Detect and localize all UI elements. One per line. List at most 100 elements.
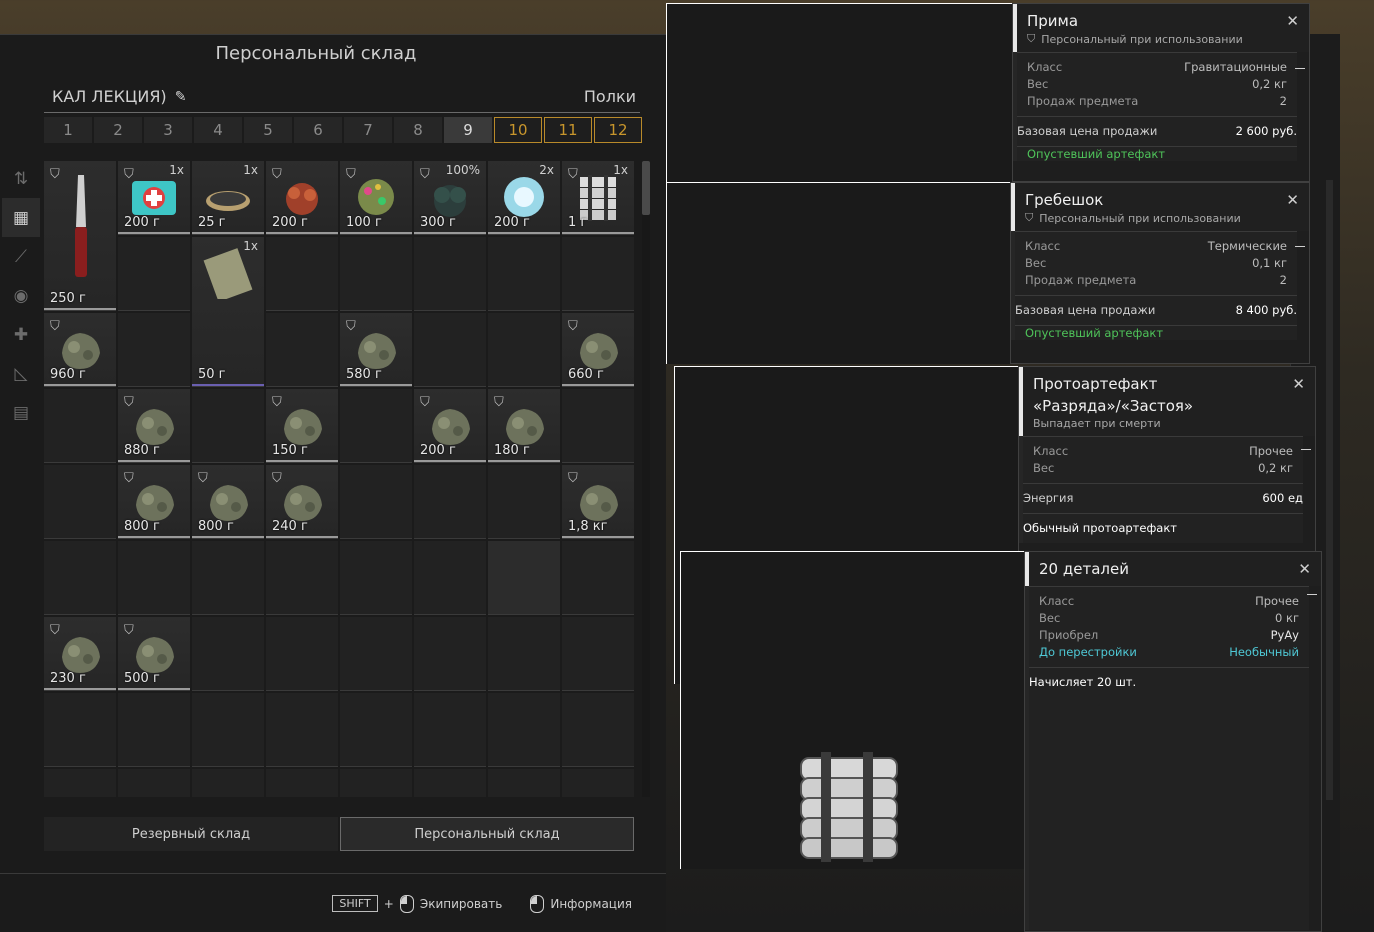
tab-reserve-stash[interactable]: Резервный склад	[44, 817, 338, 851]
weapon-icon[interactable]: ⟋	[2, 237, 40, 276]
grid-slot[interactable]	[266, 541, 338, 615]
tab-3[interactable]: 3	[144, 117, 192, 143]
grid-slot[interactable]: ⛉ 200 г	[414, 389, 486, 463]
grid-slot[interactable]	[192, 693, 264, 767]
grid-scrollbar[interactable]	[642, 161, 650, 797]
collapse-icon[interactable]	[1295, 246, 1305, 247]
inventory-item[interactable]: ⛉ 200 г	[266, 161, 338, 234]
grid-slot[interactable]	[340, 237, 412, 311]
grid-slot[interactable]	[340, 389, 412, 463]
inventory-item[interactable]: ⛉ 200 г	[414, 389, 486, 462]
grid-slot[interactable]	[488, 465, 560, 539]
grid-slot[interactable]	[414, 769, 486, 797]
tab-11[interactable]: 11	[544, 117, 592, 143]
inventory-item[interactable]: ⛉ 1x 200 г	[118, 161, 190, 234]
grid-slot[interactable]	[192, 617, 264, 691]
pencil-icon[interactable]: ✎	[173, 89, 189, 105]
inventory-item[interactable]: ⛉ 660 г	[562, 313, 634, 386]
grid-slot[interactable]	[562, 237, 634, 311]
grid-slot[interactable]: ⛉ 1x 1 г	[562, 161, 634, 235]
inventory-item[interactable]: ⛉ 580 г	[340, 313, 412, 386]
close-icon[interactable]: ✕	[1292, 375, 1305, 393]
inventory-item[interactable]: ⛉ 240 г	[266, 465, 338, 538]
close-icon[interactable]: ✕	[1286, 12, 1299, 30]
grid-slot[interactable]	[266, 237, 338, 311]
grid-slot[interactable]	[118, 313, 190, 387]
grid-slot[interactable]	[44, 693, 116, 767]
grid-slot[interactable]	[488, 313, 560, 387]
grid-slot[interactable]	[118, 693, 190, 767]
grid-slot[interactable]: ⛉ 880 г	[118, 389, 190, 463]
tab-9[interactable]: 9	[444, 117, 492, 143]
tab-12[interactable]: 12	[594, 117, 642, 143]
grid-slot[interactable]: ⛉ 200 г	[266, 161, 338, 235]
grid-slot[interactable]	[44, 389, 116, 463]
grid-slot[interactable]: ⛉ 250 г	[44, 161, 116, 310]
grid-slot[interactable]: 1x 50 г	[192, 237, 264, 386]
grid-slot[interactable]	[488, 617, 560, 691]
grid-slot[interactable]	[192, 541, 264, 615]
box-icon[interactable]: ▤	[2, 393, 40, 432]
grid-slot[interactable]	[562, 541, 634, 615]
grid-slot[interactable]	[562, 693, 634, 767]
inventory-item[interactable]: ⛉ 960 г	[44, 313, 116, 386]
tab-10[interactable]: 10	[494, 117, 542, 143]
tools-icon[interactable]: ◺	[2, 354, 40, 393]
grid-slot[interactable]: ⛉ 500 г	[118, 617, 190, 691]
grid-slot[interactable]	[44, 465, 116, 539]
inventory-item[interactable]: ⛉ 500 г	[118, 617, 190, 690]
grid-slot[interactable]	[266, 617, 338, 691]
grid-slot[interactable]	[266, 693, 338, 767]
tab-6[interactable]: 6	[294, 117, 342, 143]
grid-slot[interactable]	[118, 237, 190, 311]
tab-7[interactable]: 7	[344, 117, 392, 143]
tab-2[interactable]: 2	[94, 117, 142, 143]
grid-slot[interactable]: ⛉ 180 г	[488, 389, 560, 463]
tab-5[interactable]: 5	[244, 117, 292, 143]
grid-slot[interactable]	[44, 541, 116, 615]
grid-slot[interactable]: ⛉ 100 г	[340, 161, 412, 235]
grid-slot[interactable]	[340, 541, 412, 615]
inventory-item[interactable]: ⛉ 100% 300 г	[414, 161, 486, 234]
grid-slot[interactable]	[192, 769, 264, 797]
inventory-item[interactable]: ⛉ 100 г	[340, 161, 412, 234]
close-icon[interactable]: ✕	[1286, 191, 1299, 209]
inventory-item[interactable]: 1x 50 г	[192, 237, 264, 386]
grid-slot[interactable]: ⛉ 580 г	[340, 313, 412, 387]
collapse-icon[interactable]	[1301, 449, 1311, 450]
grid-slot[interactable]: ⛉ 240 г	[266, 465, 338, 539]
grid-slot[interactable]	[562, 769, 634, 797]
grid-slot[interactable]	[118, 769, 190, 797]
collapse-icon[interactable]	[1307, 594, 1317, 595]
grid-slot[interactable]	[44, 769, 116, 797]
inventory-item[interactable]: ⛉ 880 г	[118, 389, 190, 462]
grid-slot[interactable]	[266, 769, 338, 797]
inventory-item[interactable]: ⛉ 250 г	[44, 161, 116, 310]
grid-slot[interactable]	[488, 237, 560, 311]
inventory-item[interactable]: ⛉ 800 г	[192, 465, 264, 538]
grid-slot[interactable]	[414, 617, 486, 691]
tab-4[interactable]: 4	[194, 117, 242, 143]
grid-slot[interactable]: ⛉ 230 г	[44, 617, 116, 691]
grid-slot[interactable]	[266, 313, 338, 387]
grid-slot[interactable]	[488, 769, 560, 797]
grid-slot[interactable]: ⛉ 800 г	[192, 465, 264, 539]
grid-slot[interactable]	[414, 541, 486, 615]
artifact-icon[interactable]: ◉	[2, 276, 40, 315]
tab-8[interactable]: 8	[394, 117, 442, 143]
inventory-item[interactable]: 2x 200 г	[488, 161, 560, 234]
grid-slot[interactable]	[562, 389, 634, 463]
inventory-item[interactable]: ⛉ 150 г	[266, 389, 338, 462]
tab-personal-stash[interactable]: Персональный склад	[340, 817, 634, 851]
grid-slot[interactable]: 1x 25 г	[192, 161, 264, 235]
inventory-item[interactable]: ⛉ 230 г	[44, 617, 116, 690]
info-hint[interactable]: Информация	[530, 894, 632, 913]
inventory-item[interactable]: ⛉ 1,8 кг	[562, 465, 634, 538]
grid-slot[interactable]	[414, 237, 486, 311]
collapse-icon[interactable]	[1295, 68, 1305, 69]
grid-all-icon[interactable]: ▦	[2, 198, 40, 237]
grid-slot[interactable]: 2x 200 г	[488, 161, 560, 235]
grid-slot[interactable]	[488, 541, 560, 615]
grid-slot[interactable]: ⛉ 1x 200 г	[118, 161, 190, 235]
grid-slot[interactable]	[340, 693, 412, 767]
